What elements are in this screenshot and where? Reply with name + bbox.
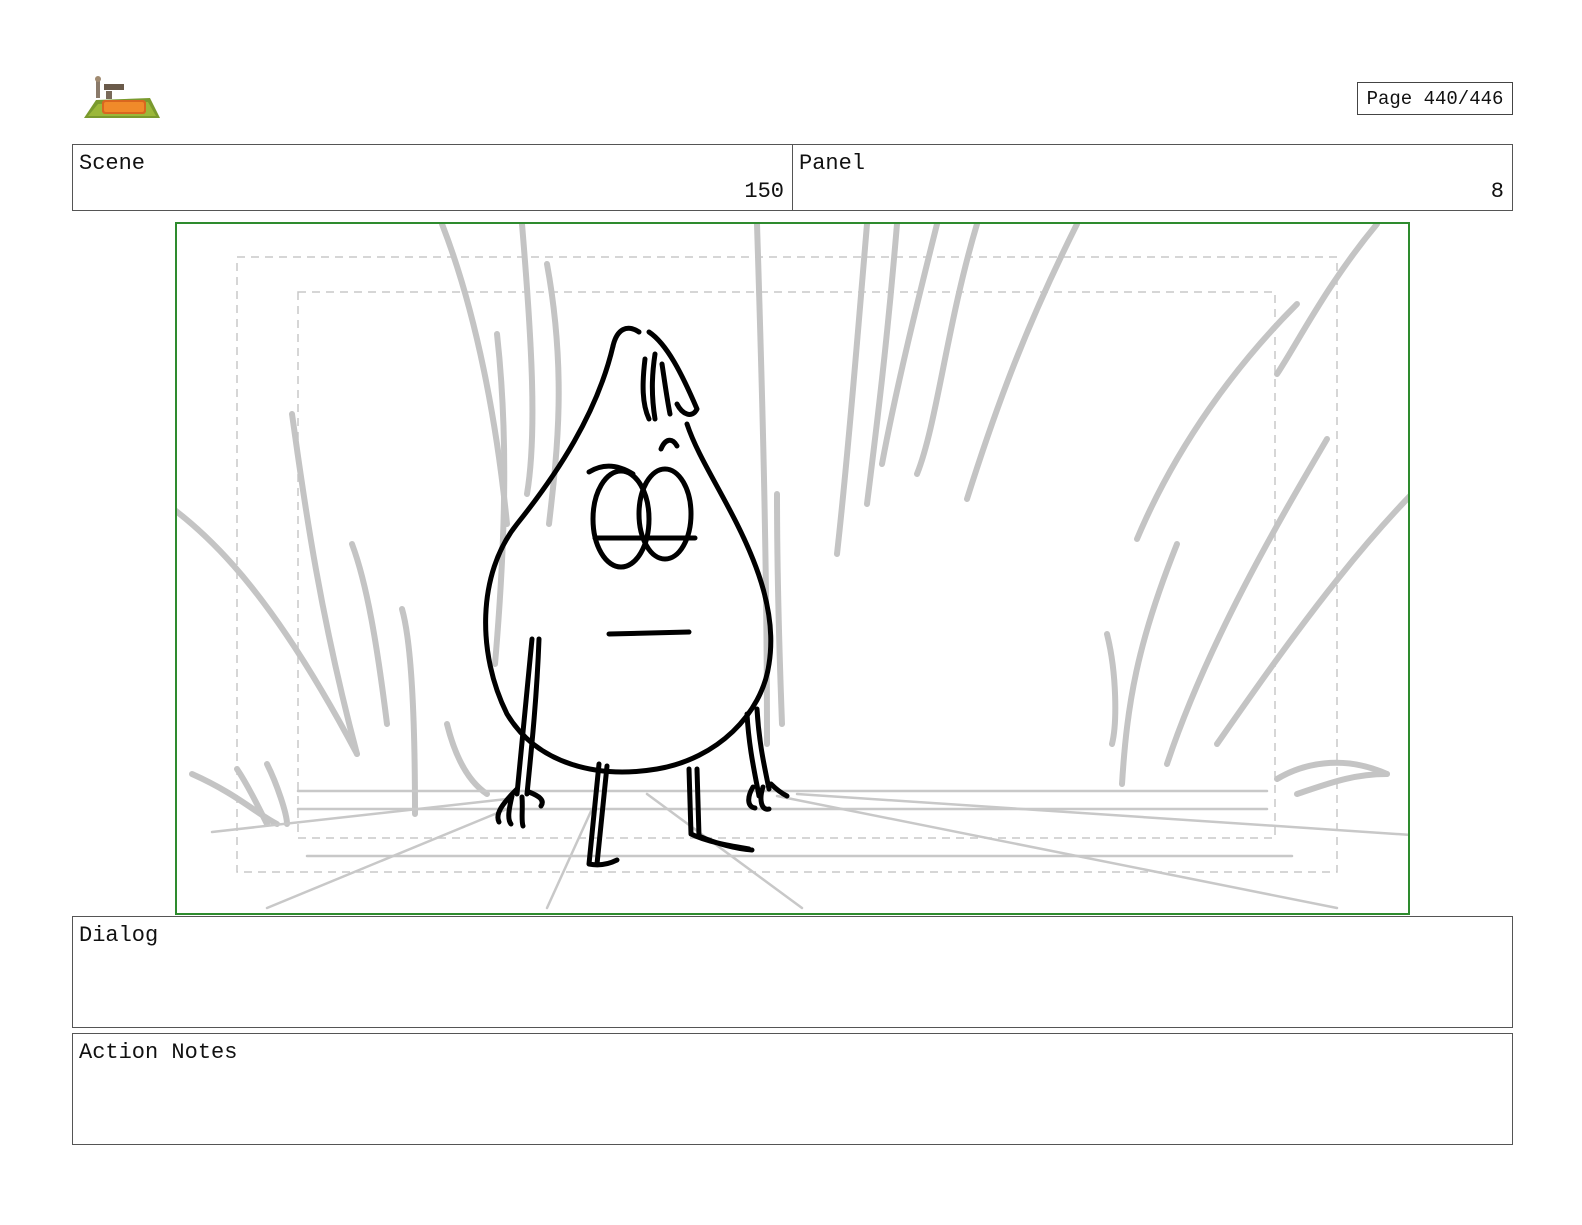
dialog-box: Dialog: [72, 916, 1513, 1028]
scene-cell: Scene 150: [73, 145, 792, 210]
show-logo: [82, 74, 162, 122]
scene-panel-header: Scene 150 Panel 8: [72, 144, 1513, 211]
action-notes-box: Action Notes: [72, 1033, 1513, 1145]
panel-label: Panel: [799, 151, 866, 176]
scene-label: Scene: [79, 151, 146, 176]
scene-number: 150: [744, 179, 784, 204]
panel-cell: Panel 8: [792, 145, 1512, 210]
storyboard-drawing: [177, 224, 1408, 910]
action-notes-label: Action Notes: [79, 1040, 238, 1065]
page-indicator: Page 440/446: [1357, 82, 1513, 115]
dialog-label: Dialog: [79, 923, 159, 948]
panel-number: 8: [1490, 179, 1504, 204]
storyboard-frame: [175, 222, 1410, 915]
